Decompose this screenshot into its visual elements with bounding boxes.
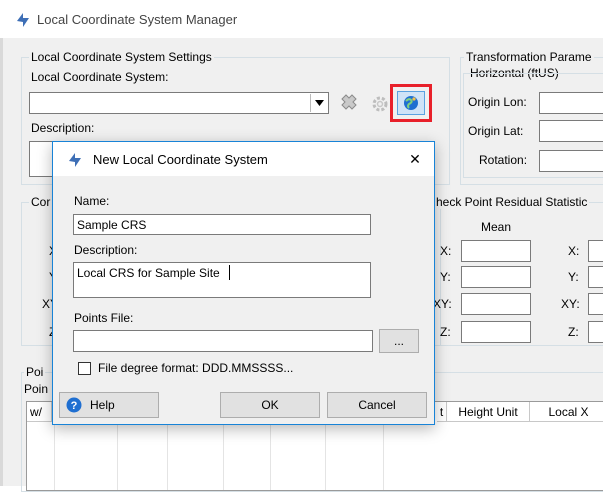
lcs-select[interactable] [29, 92, 329, 114]
dialog-title: New Local Coordinate System [93, 152, 268, 167]
table-grid-line [54, 422, 55, 490]
points-file-input[interactable] [73, 330, 373, 352]
origin-lat-label: Origin Lat: [468, 124, 524, 138]
points-file-label: Points File: [74, 311, 134, 325]
delete-button[interactable] [334, 91, 364, 117]
cancel-label: Cancel [358, 398, 396, 412]
browse-label: ... [393, 334, 404, 348]
residual-xy-mean [461, 293, 531, 315]
dialog-title-bar: New Local Coordinate System ✕ [53, 142, 434, 176]
points-sub-label: Poin [24, 382, 49, 396]
origin-lon-label: Origin Lon: [468, 95, 527, 109]
table-grid-line [270, 422, 271, 490]
points-col-header-2[interactable]: Height Unit [447, 402, 530, 422]
points-group-label: Poi [24, 365, 46, 379]
help-label: Help [90, 398, 115, 412]
title-bar: Local Coordinate System Manager [0, 0, 603, 38]
help-button[interactable]: ? Help [59, 392, 159, 418]
rotation-label: Rotation: [479, 153, 528, 167]
control-group-label: Cor [29, 195, 53, 209]
close-icon: ✕ [409, 150, 421, 167]
dropdown-arrow-button[interactable] [310, 94, 327, 112]
globe-button[interactable] [397, 91, 425, 115]
points-col-header-0[interactable]: w/ [27, 402, 52, 422]
residual-xy-label: XY: [433, 297, 452, 311]
origin-lon-field[interactable] [539, 92, 603, 114]
residual-x-mean [461, 240, 531, 262]
transformation-group-label: Transformation Parame [464, 50, 594, 64]
dropdown-arrow-icon [314, 100, 324, 106]
left-edge [0, 38, 3, 486]
points-col-header-3[interactable]: Local X [530, 402, 603, 422]
dialog-description-input[interactable]: Local CRS for Sample Site [73, 262, 371, 298]
lcs-label: Local Coordinate System: [31, 70, 169, 84]
residual2-z-field [588, 321, 603, 343]
residual2-z-label: Z: [568, 325, 579, 339]
table-grid-line [117, 422, 118, 490]
dialog-description-value: Local CRS for Sample Site [77, 266, 220, 280]
close-button[interactable]: ✕ [398, 142, 432, 176]
rotation-field[interactable] [539, 150, 603, 172]
points-col-header-1[interactable]: t [437, 402, 447, 422]
degree-format-checkbox[interactable] [78, 362, 91, 375]
settings-gear-button[interactable] [368, 92, 392, 116]
residual2-y-field [588, 266, 603, 288]
mean-label: Mean [481, 220, 512, 234]
app-logo-icon [17, 13, 29, 27]
residual-group-label: heck Point Residual Statistic [434, 195, 590, 209]
residual2-x-label: X: [568, 244, 580, 258]
dialog-description-label: Description: [74, 243, 138, 257]
residual2-xy-field [588, 293, 603, 315]
name-input-value: Sample CRS [77, 218, 147, 232]
name-label: Name: [74, 194, 110, 208]
residual-y-label: Y: [440, 270, 451, 284]
help-icon: ? [66, 397, 82, 413]
ok-label: OK [261, 398, 279, 412]
delete-x-icon [341, 94, 357, 110]
table-grid-line [325, 422, 326, 490]
residual-y-mean [461, 266, 531, 288]
residual-x-label: X: [440, 244, 452, 258]
ok-button[interactable]: OK [220, 392, 320, 418]
table-grid-line [167, 422, 168, 490]
residual2-x-field [588, 240, 603, 262]
browse-button[interactable]: ... [379, 329, 419, 353]
cancel-button[interactable]: Cancel [327, 392, 427, 418]
text-cursor [229, 265, 230, 280]
app-logo-icon [69, 153, 81, 167]
globe-icon [404, 96, 418, 110]
table-grid-line [223, 422, 224, 490]
residual-z-mean [461, 321, 531, 343]
table-grid-line [383, 422, 384, 490]
gear-icon [372, 96, 388, 112]
residual2-xy-label: XY: [561, 297, 580, 311]
window-title: Local Coordinate System Manager [37, 12, 238, 27]
settings-group-label: Local Coordinate System Settings [29, 50, 214, 64]
new-lcs-dialog: New Local Coordinate System ✕ Name: Samp… [52, 141, 435, 425]
degree-format-label[interactable]: File degree format: DDD.MMSSSS... [98, 361, 293, 375]
description-label: Description: [31, 121, 95, 135]
residual-z-label: Z: [440, 325, 451, 339]
residual2-y-label: Y: [568, 270, 579, 284]
origin-lat-field[interactable] [539, 120, 603, 142]
name-input[interactable]: Sample CRS [73, 214, 371, 235]
svg-text:?: ? [71, 400, 78, 412]
